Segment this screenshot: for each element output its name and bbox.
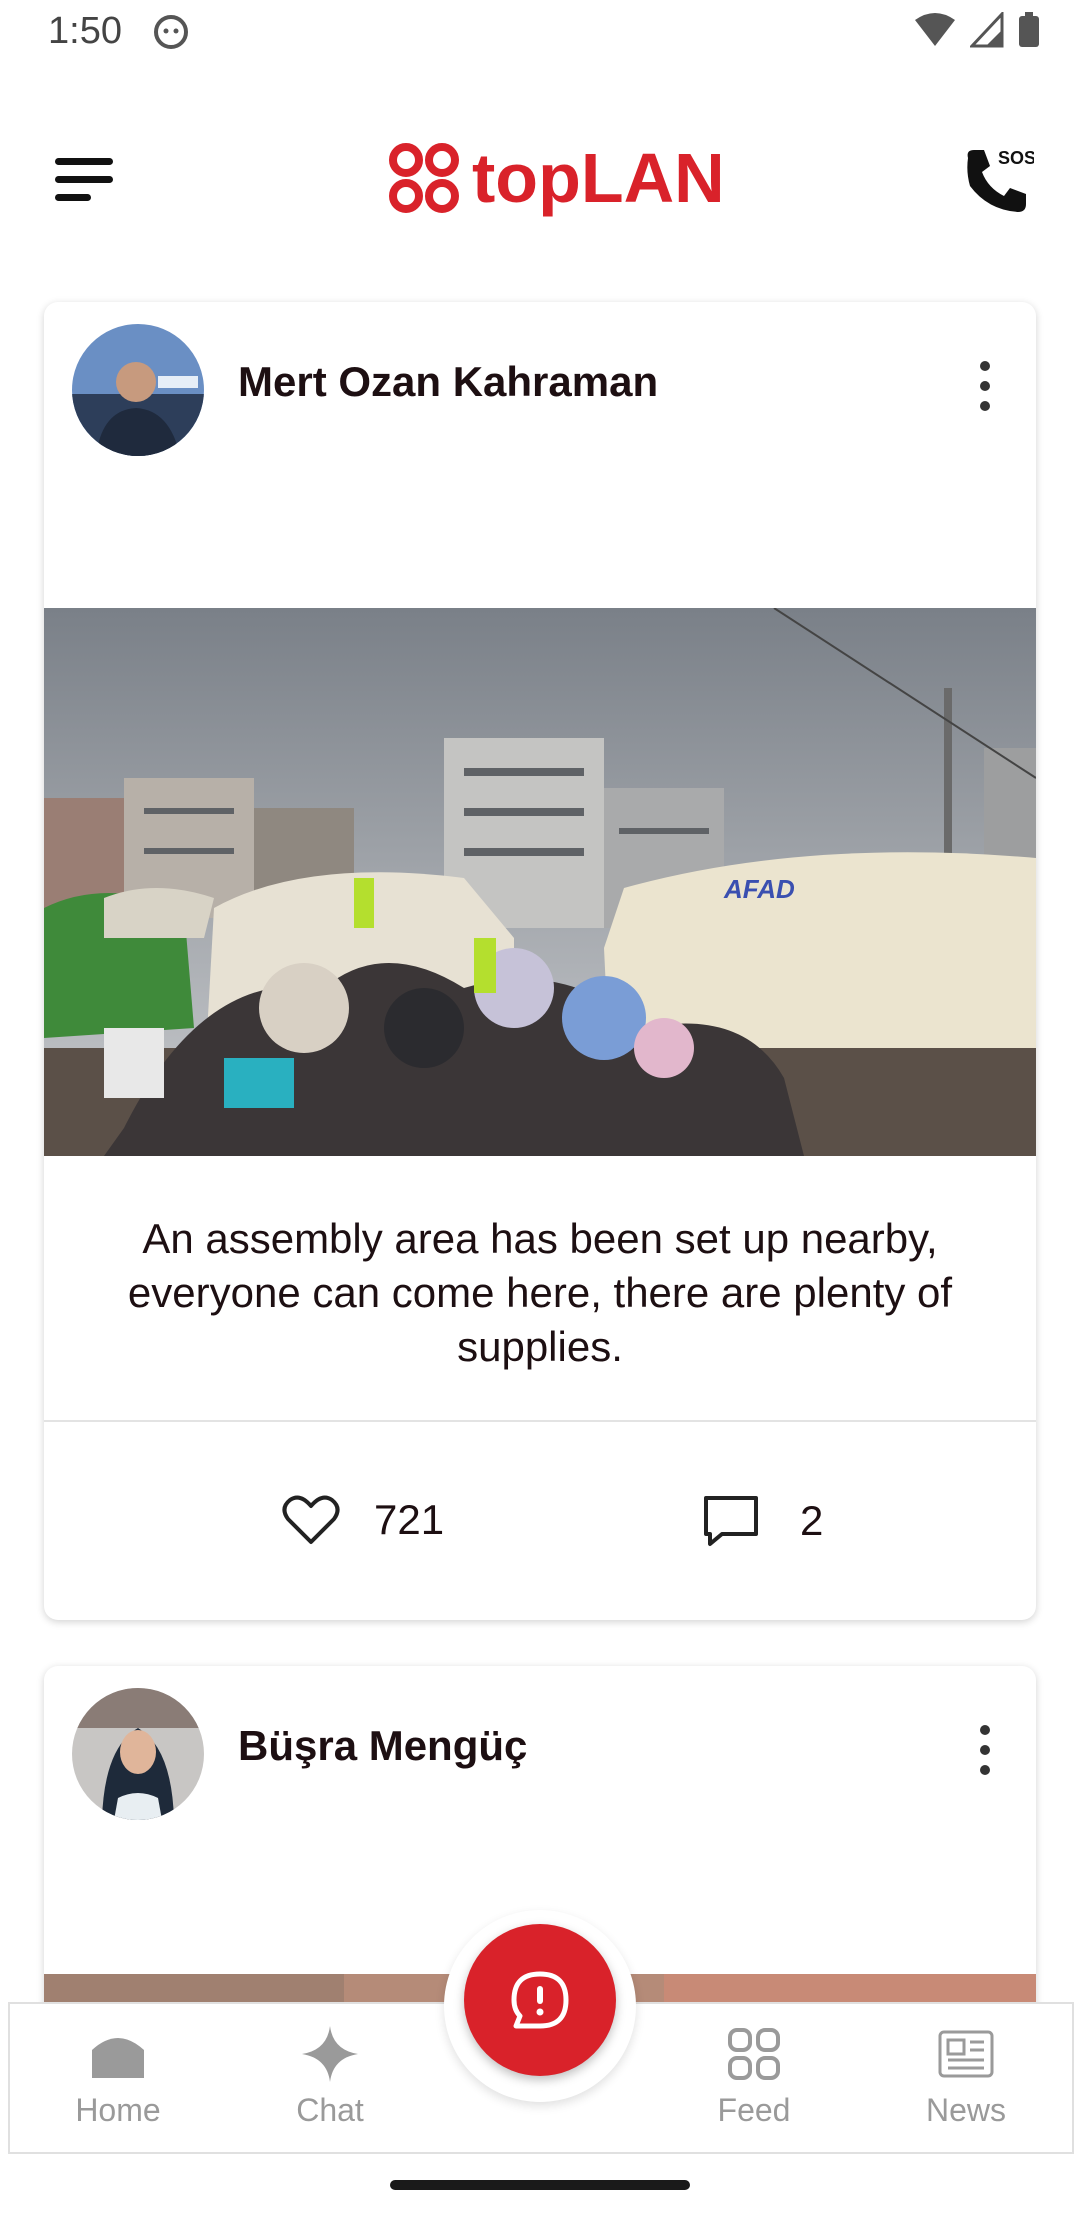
status-icons [914, 12, 1040, 48]
post-author[interactable]: Mert Ozan Kahraman [238, 358, 658, 406]
post-photo: AFAD [44, 608, 1036, 1156]
more-options-icon[interactable] [970, 356, 1000, 416]
post-actions: 721 2 [44, 1422, 1036, 1620]
nav-feed[interactable]: Feed [684, 2024, 824, 2129]
post-image[interactable]: AFAD [44, 608, 1036, 1156]
like-count: 721 [374, 1496, 445, 1543]
avatar-photo [72, 1688, 204, 1820]
notification-cat-icon [154, 15, 188, 49]
home-icon [92, 2038, 144, 2078]
battery-icon [1019, 12, 1039, 47]
home-indicator[interactable] [390, 2180, 690, 2190]
avatar-photo [72, 324, 204, 456]
app-logo: topLAN [386, 138, 725, 218]
avatar[interactable] [72, 1688, 204, 1820]
status-time: 1:50 [48, 10, 122, 52]
app-bar: topLAN SOS [0, 120, 1080, 230]
sparkle-icon [302, 2026, 358, 2082]
comment-count: 2 [800, 1497, 824, 1544]
logo-text: topLAN [472, 139, 725, 217]
nav-feed-label: Feed [717, 2092, 791, 2128]
nav-chat[interactable]: Chat [260, 2024, 400, 2129]
nav-home-label: Home [75, 2092, 161, 2128]
sos-phone-icon[interactable]: SOS [958, 142, 1034, 222]
post-caption: An assembly area has been set up nearby,… [127, 1215, 953, 1370]
wifi-icon [915, 13, 955, 46]
comment-button[interactable]: 2 [702, 1494, 823, 1548]
nav-news-label: News [925, 2092, 1006, 2128]
status-bar: 1:50 [0, 0, 1080, 66]
feed-grid-icon [728, 2028, 780, 2080]
post-author[interactable]: Büşra Mengüç [238, 1722, 527, 1770]
like-button[interactable]: 721 [282, 1494, 444, 1546]
signal-icon [970, 12, 1004, 48]
heart-icon [282, 1495, 340, 1544]
svg-text:AFAD: AFAD [723, 874, 795, 904]
logo-mark-icon [389, 143, 459, 213]
newspaper-icon [938, 2030, 994, 2078]
avatar[interactable] [72, 324, 204, 456]
nav-news[interactable]: News [896, 2024, 1036, 2129]
more-options-icon[interactable] [970, 1720, 1000, 1780]
post-card: Mert Ozan Kahraman AFAD An assembly area… [44, 302, 1036, 1620]
svg-text:SOS: SOS [998, 148, 1034, 168]
menu-icon[interactable] [50, 150, 120, 210]
post-header: Büşra Mengüç [44, 1666, 1036, 1820]
nav-chat-label: Chat [296, 2092, 364, 2128]
alert-chat-icon [511, 1971, 569, 2029]
comment-icon [704, 1496, 758, 1546]
nav-home[interactable]: Home [48, 2024, 188, 2129]
post-header: Mert Ozan Kahraman [44, 302, 1036, 456]
report-alert-button[interactable] [464, 1924, 616, 2076]
